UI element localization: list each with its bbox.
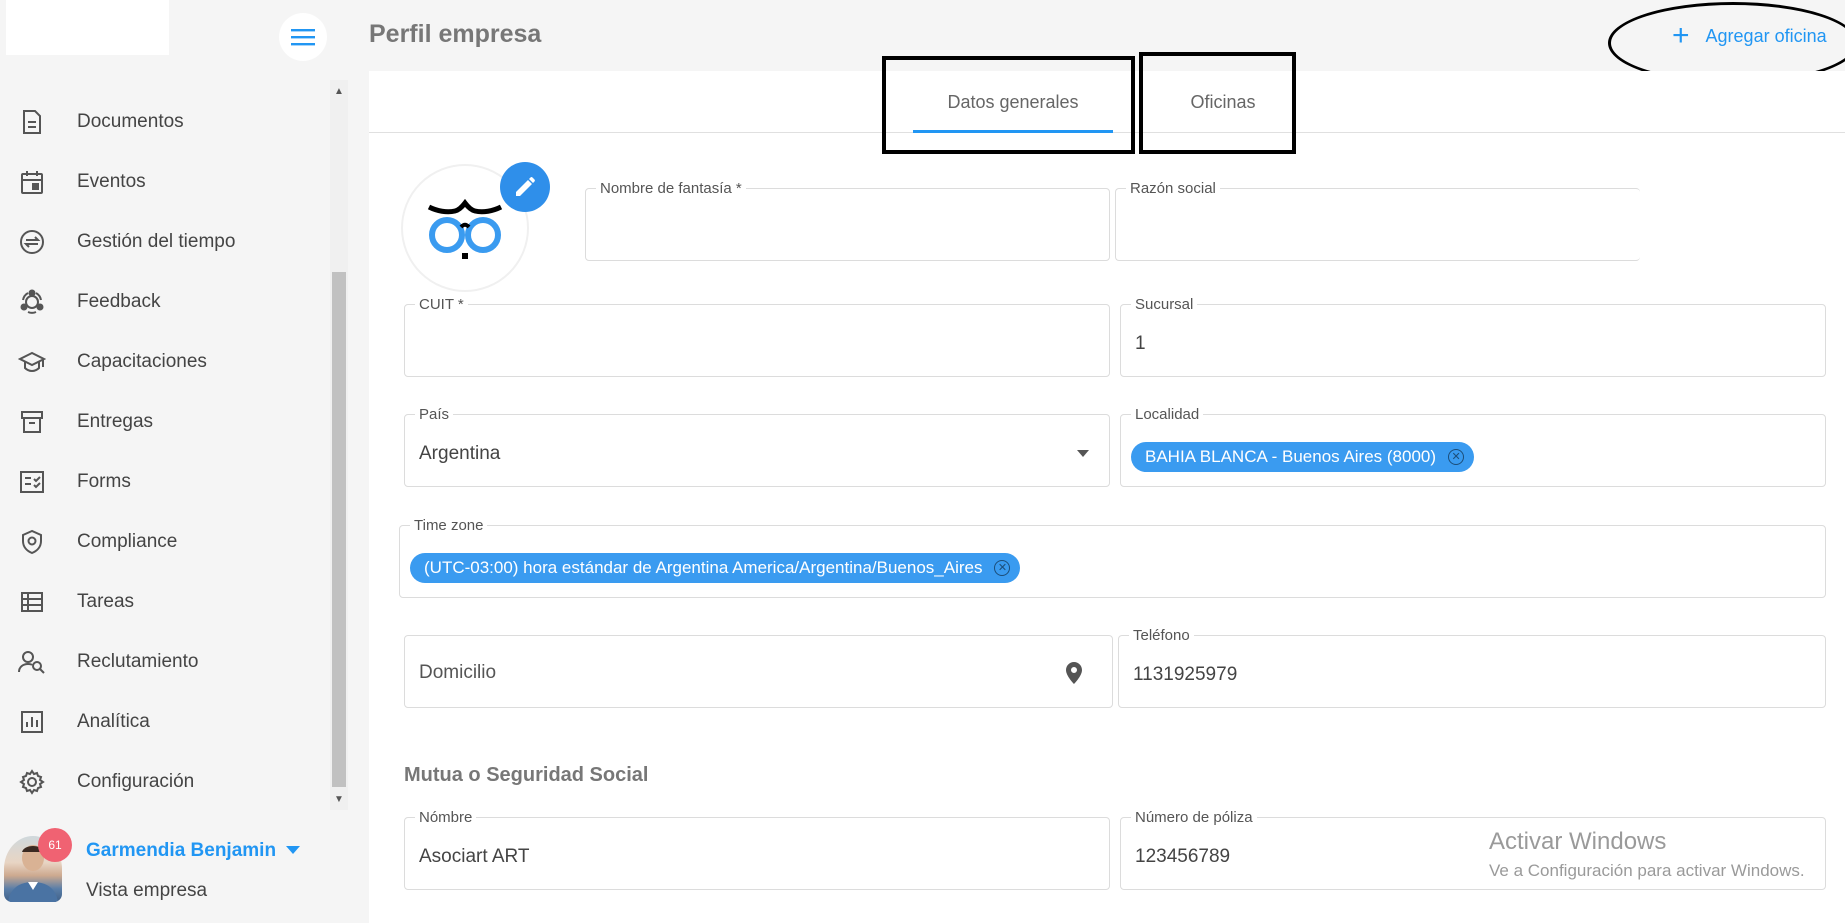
locality-label: Localidad xyxy=(1131,406,1204,423)
add-office-button[interactable]: + Agregar oficina xyxy=(1672,19,1827,52)
windows-activation-subtitle: Ve a Configuración para activar Windows. xyxy=(1489,861,1805,880)
address-field[interactable]: Domicilio xyxy=(404,635,1113,708)
sidebar-nav: Documentos Eventos Gestión del tiempo Fe… xyxy=(0,92,330,812)
document-icon xyxy=(17,107,47,137)
chip-remove-icon[interactable]: ✕ xyxy=(994,560,1011,576)
branch-label: Sucursal xyxy=(1131,296,1198,313)
policy-number-label: Número de póliza xyxy=(1131,809,1257,826)
graduation-cap-icon xyxy=(17,347,47,377)
shield-icon xyxy=(17,527,47,557)
branch-field[interactable]: Sucursal 1 xyxy=(1120,296,1826,377)
sidebar-item-label: Compliance xyxy=(77,531,178,552)
scroll-thumb[interactable] xyxy=(332,272,346,787)
feedback-icon xyxy=(17,287,47,317)
sidebar-item-label: Entregas xyxy=(77,411,154,432)
sidebar-item-feedback[interactable]: Feedback xyxy=(0,272,330,332)
sidebar-item-label: Reclutamiento xyxy=(77,651,199,672)
windows-activation-title: Activar Windows xyxy=(1489,828,1667,855)
time-exchange-icon xyxy=(17,227,47,257)
locality-chip: BAHIA BLANCA - Buenos Aires (8000) ✕ xyxy=(1131,442,1475,472)
cuit-field[interactable]: CUIT * xyxy=(404,296,1110,377)
branch-value: 1 xyxy=(1135,333,1146,354)
sidebar-item-forms[interactable]: Forms xyxy=(0,452,330,512)
timezone-chip: (UTC-03:00) hora estándar de Argentina A… xyxy=(410,553,1021,583)
app-logo[interactable] xyxy=(6,0,169,55)
sidebar-item-gestion-tiempo[interactable]: Gestión del tiempo xyxy=(0,212,330,272)
annotation-box-general xyxy=(882,56,1135,154)
sidebar-item-compliance[interactable]: Compliance xyxy=(0,512,330,572)
address-placeholder: Domicilio xyxy=(419,662,497,683)
timezone-field[interactable]: Time zone (UTC-03:00) hora estándar de A… xyxy=(399,517,1826,598)
edit-logo-button[interactable] xyxy=(500,162,550,212)
sidebar-item-label: Configuración xyxy=(77,771,195,792)
locality-field[interactable]: Localidad BAHIA BLANCA - Buenos Aires (8… xyxy=(1120,406,1826,487)
page-title: Perfil empresa xyxy=(369,20,542,48)
sidebar-item-label: Gestión del tiempo xyxy=(77,231,236,252)
cuit-label: CUIT * xyxy=(415,296,468,313)
sidebar-item-label: Analítica xyxy=(77,711,150,732)
task-list-icon xyxy=(17,587,47,617)
bar-chart-icon xyxy=(17,707,47,737)
sidebar-item-entregas[interactable]: Entregas xyxy=(0,392,330,452)
chevron-down-icon[interactable] xyxy=(1077,450,1089,457)
chip-remove-icon[interactable]: ✕ xyxy=(1448,449,1465,465)
sidebar-item-reclutamiento[interactable]: Reclutamiento xyxy=(0,632,330,692)
hamburger-icon xyxy=(291,29,315,46)
sidebar-item-capacitaciones[interactable]: Capacitaciones xyxy=(0,332,330,392)
annotation-box-offices xyxy=(1139,52,1296,154)
checklist-icon xyxy=(17,467,47,497)
insurer-name-label: Nómbre xyxy=(415,809,477,826)
country-select[interactable]: País Argentina xyxy=(404,406,1110,487)
section-title: Mutua o Seguridad Social xyxy=(404,764,649,786)
country-value: Argentina xyxy=(419,443,501,464)
sidebar-item-label: Eventos xyxy=(77,171,146,192)
sidebar-item-tareas[interactable]: Tareas xyxy=(0,572,330,632)
sidebar-item-documentos[interactable]: Documentos xyxy=(0,92,330,152)
archive-box-icon xyxy=(17,407,47,437)
phone-field[interactable]: Teléfono 1131925979 xyxy=(1118,627,1826,708)
pencil-icon xyxy=(516,177,535,196)
fantasy-name-field[interactable]: Nombre de fantasía * xyxy=(585,180,1110,261)
sidebar-item-analitica[interactable]: Analítica xyxy=(0,692,330,752)
timezone-label: Time zone xyxy=(410,517,488,534)
calendar-icon xyxy=(17,167,47,197)
timezone-chip-label: (UTC-03:00) hora estándar de Argentina A… xyxy=(424,558,983,577)
sidebar-item-label: Tareas xyxy=(77,591,135,612)
fantasy-name-label: Nombre de fantasía * xyxy=(596,180,746,197)
plus-icon: + xyxy=(1672,19,1690,52)
scroll-up-arrow-icon[interactable]: ▲ xyxy=(330,82,348,100)
phone-value: 1131925979 xyxy=(1133,664,1238,685)
sidebar-item-label: Documentos xyxy=(77,111,184,132)
scroll-down-arrow-icon[interactable]: ▼ xyxy=(330,790,348,808)
sidebar: Documentos Eventos Gestión del tiempo Fe… xyxy=(0,0,348,923)
add-office-label: Agregar oficina xyxy=(1705,25,1827,46)
business-name-label: Razón social xyxy=(1126,180,1220,197)
country-label: País xyxy=(415,406,454,423)
sidebar-scrollbar[interactable]: ▲ ▼ xyxy=(330,80,348,810)
sidebar-item-eventos[interactable]: Eventos xyxy=(0,152,330,212)
sidebar-item-label: Feedback xyxy=(77,291,161,312)
notification-badge[interactable]: 61 xyxy=(38,828,72,862)
people-search-icon xyxy=(17,647,47,677)
policy-number-value: 123456789 xyxy=(1135,846,1231,867)
insurer-name-field[interactable]: Nómbre Asociart ART xyxy=(404,809,1110,890)
view-mode-link[interactable]: Vista empresa xyxy=(86,880,207,902)
chevron-down-icon[interactable] xyxy=(286,846,300,854)
business-name-field[interactable]: Razón social xyxy=(1115,180,1640,261)
sidebar-item-label: Forms xyxy=(77,471,131,492)
menu-toggle-button[interactable] xyxy=(279,13,327,61)
sidebar-item-configuracion[interactable]: Configuración xyxy=(0,752,330,812)
sidebar-item-label: Capacitaciones xyxy=(77,351,207,372)
insurer-name-value: Asociart ART xyxy=(419,846,530,867)
gear-icon xyxy=(17,767,47,797)
user-name[interactable]: Garmendia Benjamin xyxy=(86,840,276,862)
company-logo-icon xyxy=(427,198,503,259)
user-profile: 61 Garmendia Benjamin Vista empresa xyxy=(0,822,330,922)
location-pin-icon[interactable] xyxy=(1066,662,1082,684)
phone-label: Teléfono xyxy=(1129,627,1194,644)
locality-chip-label: BAHIA BLANCA - Buenos Aires (8000) xyxy=(1145,447,1437,466)
